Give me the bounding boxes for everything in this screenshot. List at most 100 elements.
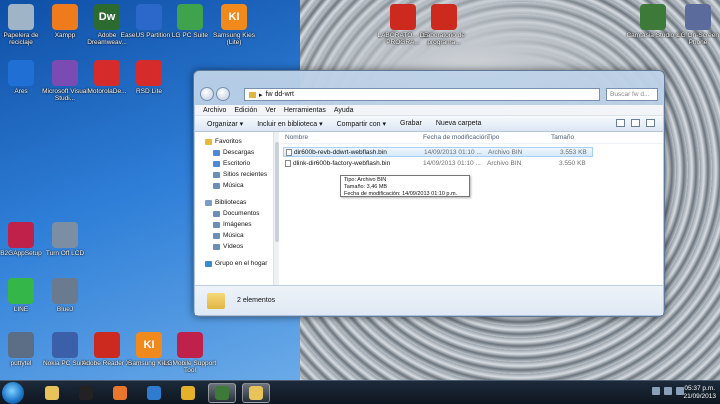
file-icon	[286, 148, 292, 156]
nav-item[interactable]: Música	[195, 180, 278, 191]
preview-pane-icon[interactable]	[631, 119, 640, 127]
menu-item[interactable]: Archivo	[203, 107, 226, 114]
command-bar: Organizar ▾ Incluir en biblioteca ▾ Compar…	[195, 116, 663, 132]
desktop-shortcut[interactable]: KI Samsung Kies (Lite)	[205, 4, 263, 46]
bluej-icon	[52, 278, 78, 304]
nav-item[interactable]: Música	[195, 230, 278, 241]
music-icon	[213, 182, 220, 189]
toolbar-button[interactable]: Grabar	[400, 120, 422, 127]
explorer-window-taskbar-icon[interactable]	[242, 383, 270, 403]
file-row[interactable]: dir600b-revb-ddwrt-webflash.bin 14/09/201…	[283, 147, 593, 157]
desktop-shortcut[interactable]: LG On-Screen Phone	[669, 4, 720, 46]
firefox-taskbar-icon[interactable]	[106, 383, 134, 403]
view-controls	[616, 119, 655, 127]
address-bar-area: ▸ fw dd-wrt Buscar fw d...	[200, 87, 658, 103]
toolbar-button[interactable]: Incluir en biblioteca ▾	[257, 120, 322, 128]
tooltip-size: Tamaño: 3,46 MB	[344, 184, 388, 190]
nokia-pc-suite-icon	[52, 332, 78, 358]
file-date: 14/09/2013 01:10 ...	[423, 159, 481, 167]
nav-item[interactable]: Descargas	[195, 147, 278, 158]
start-button[interactable]	[2, 382, 24, 404]
column-date[interactable]: Fecha de modificación	[423, 134, 488, 141]
shortcut-label: LGMobile Support Tool	[163, 360, 217, 374]
nav-label: Escritorio	[223, 160, 251, 167]
recent-places-icon	[213, 171, 220, 178]
address-input[interactable]: ▸ fw dd-wrt	[244, 88, 600, 101]
file-name: dlink-dir600b-factory-webflash.bin	[293, 159, 391, 167]
desktop-shortcut[interactable]: LGMobile Support Tool	[161, 332, 219, 374]
file-tooltip: Tipo: Archivo BIN Tamaño: 3,46 MB Fecha …	[340, 175, 470, 197]
item-count: 2 elementos	[237, 297, 276, 304]
back-button[interactable]	[200, 87, 214, 101]
file-type: Archivo BIN	[487, 159, 522, 167]
camtasia-taskbar-icon[interactable]	[208, 383, 236, 403]
desktop-shortcut[interactable]: BlueJ	[36, 278, 94, 313]
xampp-icon	[52, 4, 78, 30]
nav-item[interactable]: Favoritos	[195, 136, 278, 147]
nav-item[interactable]: Imágenes	[195, 219, 278, 230]
nav-item[interactable]: Escritorio	[195, 158, 278, 169]
clock-date: 21/09/2013	[683, 393, 716, 400]
nav-item[interactable]: Vídeos	[195, 241, 278, 252]
view-options-icon[interactable]	[616, 119, 625, 127]
internet-explorer-taskbar-icon[interactable]	[140, 383, 168, 403]
toolbar-button[interactable]: Compartir con ▾	[337, 120, 386, 128]
app-glyph	[113, 386, 127, 400]
dreamweaver-icon: Dw	[94, 4, 120, 30]
chrome-taskbar-icon[interactable]	[174, 383, 202, 403]
file-size: 3.553 KB	[560, 148, 587, 156]
nav-item[interactable]: Grupo en el hogar	[195, 258, 278, 269]
desktop: Papelera de reciclaje Xampp Dw Adobe Dreamw…	[0, 0, 720, 380]
clock[interactable]: 05:37 p.m. 21/09/2013	[683, 385, 716, 401]
forward-button[interactable]	[216, 87, 230, 101]
folder-icon	[249, 91, 256, 98]
visual-studio-icon	[52, 60, 78, 86]
navigation-pane: Favoritos Descargas Escritorio Sitios recie…	[195, 132, 279, 287]
nav-label: Imágenes	[223, 221, 252, 228]
nav-item[interactable]: Sitios recientes	[195, 169, 278, 180]
nav-label: Bibliotecas	[215, 199, 247, 206]
desktop-shortcut[interactable]: Turn Off LCD	[36, 222, 94, 257]
nav-label: Documentos	[223, 210, 260, 217]
star-icon	[205, 138, 212, 145]
toolbar-button[interactable]: Nueva carpeta	[436, 120, 482, 127]
help-icon[interactable]	[646, 119, 655, 127]
camtasia-icon	[640, 4, 666, 30]
shortcut-label: RSD Lite	[135, 88, 162, 95]
nav-label: Música	[223, 182, 244, 189]
lg-pc-suite-icon	[177, 4, 203, 30]
nav-item[interactable]: Bibliotecas	[195, 197, 278, 208]
nav-item[interactable]: Documentos	[195, 208, 278, 219]
line-icon	[8, 278, 34, 304]
nav-scrollbar[interactable]	[273, 132, 279, 287]
menu-item[interactable]: Herramientas	[284, 107, 326, 114]
shortcut-label: LG On-Screen Phone	[677, 32, 719, 46]
downloads-icon	[213, 149, 220, 156]
toolbar-button[interactable]: Organizar ▾	[207, 120, 243, 128]
desktop-shortcut[interactable]: RSD Lite	[120, 60, 178, 95]
cmd-taskbar-icon[interactable]	[72, 383, 100, 403]
column-header-row: Nombre Fecha de modificación Tipo Tamaño	[281, 132, 663, 144]
tooltip-date: Fecha de modificación: 14/09/2013 01:10 …	[344, 191, 458, 197]
menu-item[interactable]: Edición	[234, 107, 257, 114]
app-glyph	[249, 386, 263, 400]
column-name[interactable]: Nombre	[285, 134, 308, 141]
file-name: dir600b-revb-ddwrt-webflash.bin	[294, 148, 387, 156]
volume-icon[interactable]	[664, 387, 672, 395]
scrollbar-thumb[interactable]	[275, 142, 279, 242]
network-icon[interactable]	[652, 387, 660, 395]
folder-icon	[207, 292, 225, 309]
menu-item[interactable]: Ver	[265, 107, 276, 114]
system-tray	[652, 387, 684, 395]
file-type: Archivo BIN	[488, 148, 523, 156]
search-input[interactable]: Buscar fw d...	[606, 88, 658, 101]
explorer-window[interactable]: ▸ fw dd-wrt Buscar fw d... Archivo Edició…	[193, 70, 665, 317]
column-type[interactable]: Tipo	[487, 134, 499, 141]
menu-item[interactable]: Ayuda	[334, 107, 354, 114]
taskbar: 05:37 p.m. 21/09/2013	[0, 380, 720, 404]
explorer-taskbar-icon[interactable]	[38, 383, 66, 403]
desktop-shortcut[interactable]: Laboratorio de programa...	[415, 4, 473, 46]
file-row[interactable]: dlink-dir600b-factory-webflash.bin 14/09/…	[283, 158, 593, 168]
column-size[interactable]: Tamaño	[551, 134, 574, 141]
app-glyph	[45, 386, 59, 400]
